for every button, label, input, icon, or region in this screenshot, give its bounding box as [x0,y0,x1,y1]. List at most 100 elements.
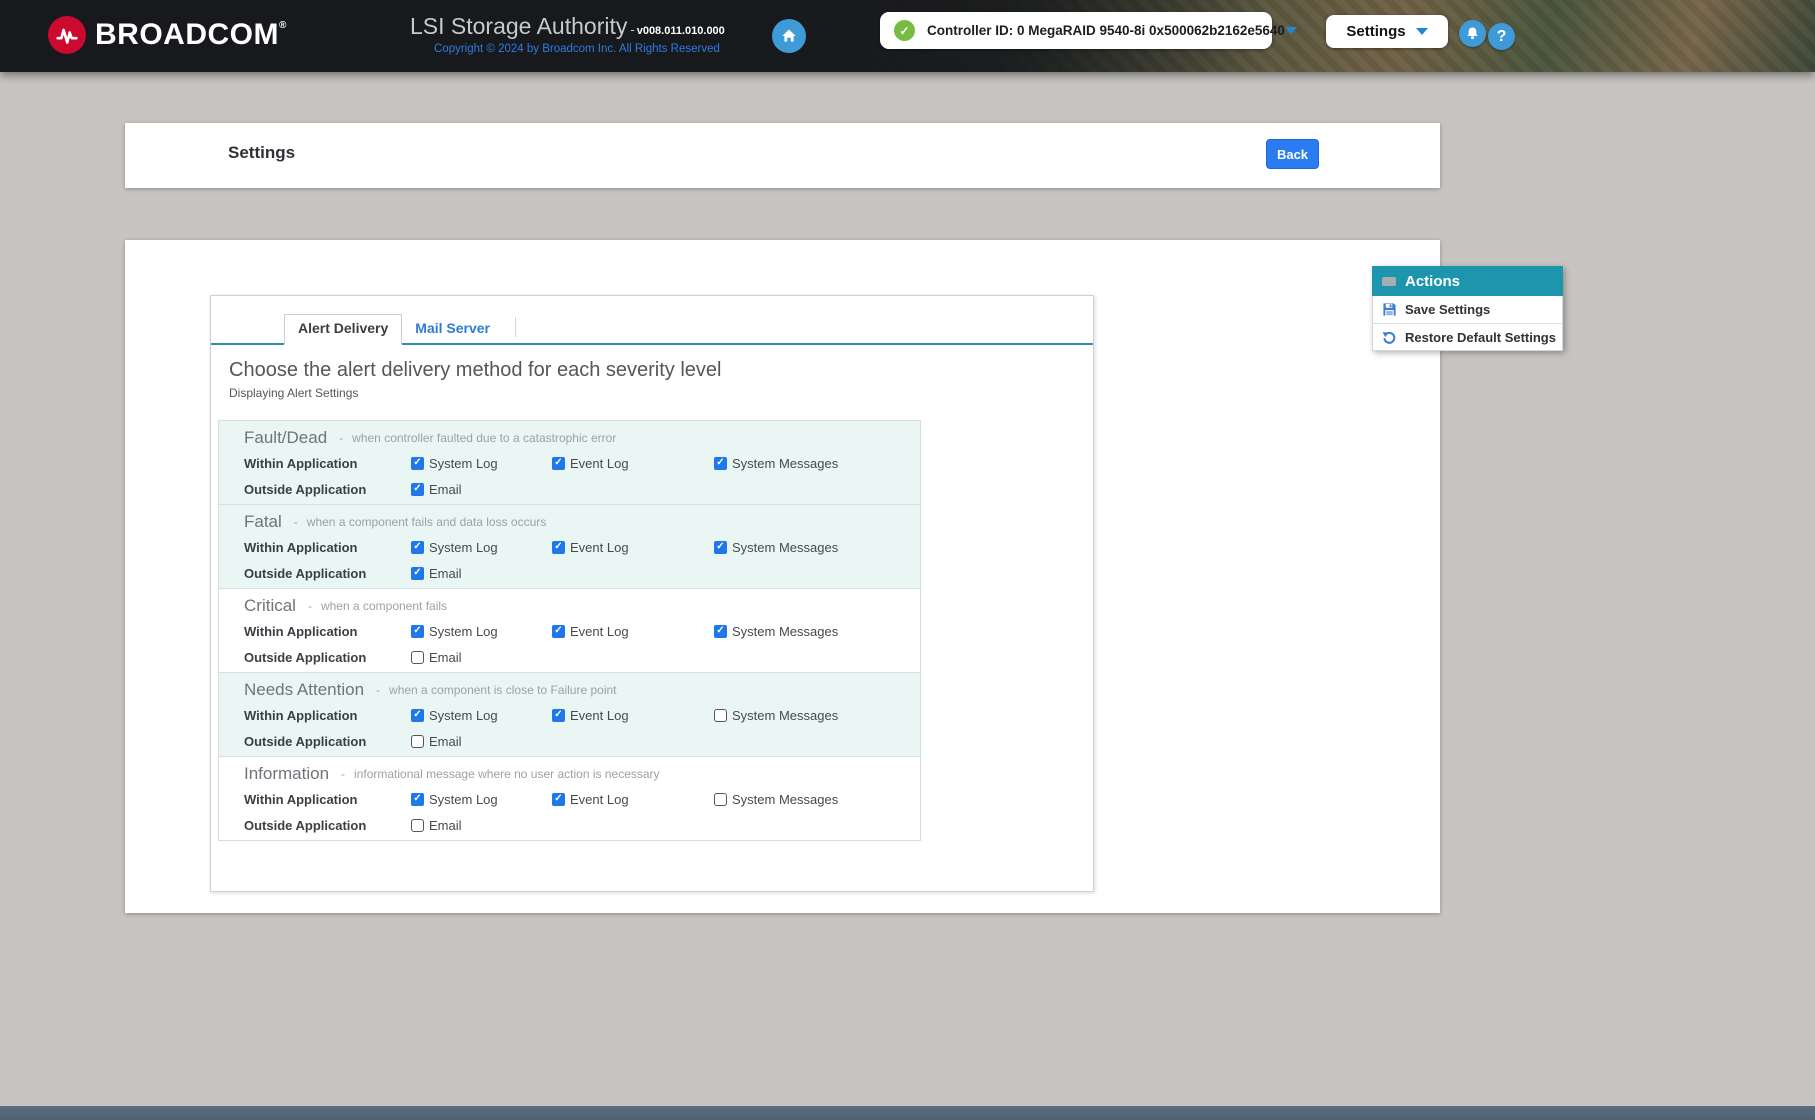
severity-description: when a component fails and data loss occ… [306,514,547,529]
within-application-label: Within Application [244,707,358,723]
actions-panel-title: Actions [1405,272,1461,290]
system-log-option[interactable]: System Log [411,540,552,555]
controller-selector[interactable]: ✓ Controller ID: 0 MegaRAID 9540-8i 0x50… [880,12,1297,49]
within-application-label: Within Application [244,455,358,471]
severity-section: Critical - when a component fails Within… [219,589,920,673]
system-messages-option[interactable]: System Messages [714,624,838,639]
back-button[interactable]: Back [1266,139,1319,169]
severity-dash: - [293,514,298,529]
event-log-option[interactable]: Event Log [552,792,714,807]
settings-menu-label: Settings [1346,23,1406,40]
severity-name: Fatal [244,511,282,531]
panel-heading: Choose the alert delivery method for eac… [229,359,722,381]
system-log-checkbox[interactable] [411,540,424,554]
event-log-option[interactable]: Event Log [552,708,714,723]
severity-dash: - [339,430,344,445]
broadcom-pulse-icon [48,16,86,54]
system-log-option[interactable]: System Log [411,456,552,471]
chevron-down-icon [1284,27,1297,34]
email-checkbox[interactable] [411,650,424,664]
event-log-option[interactable]: Event Log [552,540,714,555]
severity-description: informational message where no user acti… [354,766,660,781]
system-messages-option[interactable]: System Messages [714,456,838,471]
system-messages-checkbox[interactable] [714,708,727,722]
app-title: LSI Storage Authority [410,13,628,39]
email-option[interactable]: Email [411,482,552,497]
chevron-down-icon [1415,28,1428,35]
system-log-checkbox[interactable] [411,792,424,806]
severity-dash: - [341,766,346,781]
within-application-label: Within Application [244,539,358,555]
page-title: Settings [228,143,296,162]
severity-description: when controller faulted due to a catastr… [352,430,617,445]
home-button[interactable] [772,19,806,53]
severity-name: Needs Attention [244,679,365,699]
system-log-option[interactable]: System Log [411,708,552,723]
severity-description: when a component fails [320,598,448,613]
within-application-label: Within Application [244,791,358,807]
tab-mail-server[interactable]: Mail Server [402,315,503,343]
severity-dash: - [307,598,312,613]
restore-default-settings-button[interactable]: Restore Default Settings [1373,323,1562,350]
email-option[interactable]: Email [411,566,552,581]
outside-application-label: Outside Application [244,817,367,833]
bell-icon [1465,26,1480,41]
email-option[interactable]: Email [411,650,552,665]
event-log-checkbox[interactable] [552,624,565,638]
system-messages-checkbox[interactable] [714,624,727,638]
controller-status-icon: ✓ [894,20,915,41]
collapse-icon[interactable] [1382,276,1396,286]
registered-mark: ® [279,20,287,31]
email-checkbox[interactable] [411,818,424,832]
question-mark-icon: ? [1496,27,1507,45]
system-log-checkbox[interactable] [411,624,424,638]
email-checkbox[interactable] [411,482,424,496]
controller-label: Controller ID: 0 MegaRAID 9540-8i 0x5000… [927,23,1285,38]
email-checkbox[interactable] [411,566,424,580]
system-log-option[interactable]: System Log [411,792,552,807]
app-title-block: LSI Storage Authority - v008.011.010.000… [410,13,725,55]
panel-subheading: Displaying Alert Settings [229,386,359,400]
save-icon [1382,302,1397,317]
event-log-checkbox[interactable] [552,708,565,722]
severity-section: Fatal - when a component fails and data … [219,505,920,589]
settings-toolbar: Settings Back [125,123,1440,188]
event-log-option[interactable]: Event Log [552,456,714,471]
restore-default-settings-label: Restore Default Settings [1405,329,1556,345]
help-button[interactable]: ? [1488,23,1515,50]
settings-menu[interactable]: Settings [1326,15,1448,48]
event-log-checkbox[interactable] [552,456,565,470]
notifications-button[interactable] [1459,20,1486,47]
settings-content-card: Alert Delivery Mail Server Choose the al… [125,240,1440,913]
footer-strip [0,1106,1815,1120]
event-log-checkbox[interactable] [552,792,565,806]
tab-alert-delivery[interactable]: Alert Delivery [284,314,403,345]
system-messages-option[interactable]: System Messages [714,792,838,807]
app-version: v008.011.010.000 [636,25,725,37]
severity-section: Needs Attention - when a component is cl… [219,673,920,757]
email-option[interactable]: Email [411,734,552,749]
system-messages-checkbox[interactable] [714,456,727,470]
tab-separator [515,317,516,337]
system-messages-option[interactable]: System Messages [714,708,838,723]
home-icon [780,27,798,45]
save-settings-button[interactable]: Save Settings [1373,296,1562,323]
email-checkbox[interactable] [411,734,424,748]
brand-name: BROADCOM® [95,18,287,51]
system-messages-checkbox[interactable] [714,540,727,554]
severity-name: Fault/Dead [244,427,328,447]
system-log-option[interactable]: System Log [411,624,552,639]
severity-section: Fault/Dead - when controller faulted due… [219,421,920,505]
email-option[interactable]: Email [411,818,552,833]
system-messages-checkbox[interactable] [714,792,727,806]
event-log-option[interactable]: Event Log [552,624,714,639]
severity-table: Fault/Dead - when controller faulted due… [218,420,921,841]
event-log-checkbox[interactable] [552,540,565,554]
actions-panel: Actions Save Settings Restore Default Se… [1372,266,1563,351]
version-separator: - [630,22,635,37]
severity-name: Critical [244,595,296,615]
outside-application-label: Outside Application [244,481,367,497]
system-log-checkbox[interactable] [411,708,424,722]
system-log-checkbox[interactable] [411,456,424,470]
system-messages-option[interactable]: System Messages [714,540,838,555]
